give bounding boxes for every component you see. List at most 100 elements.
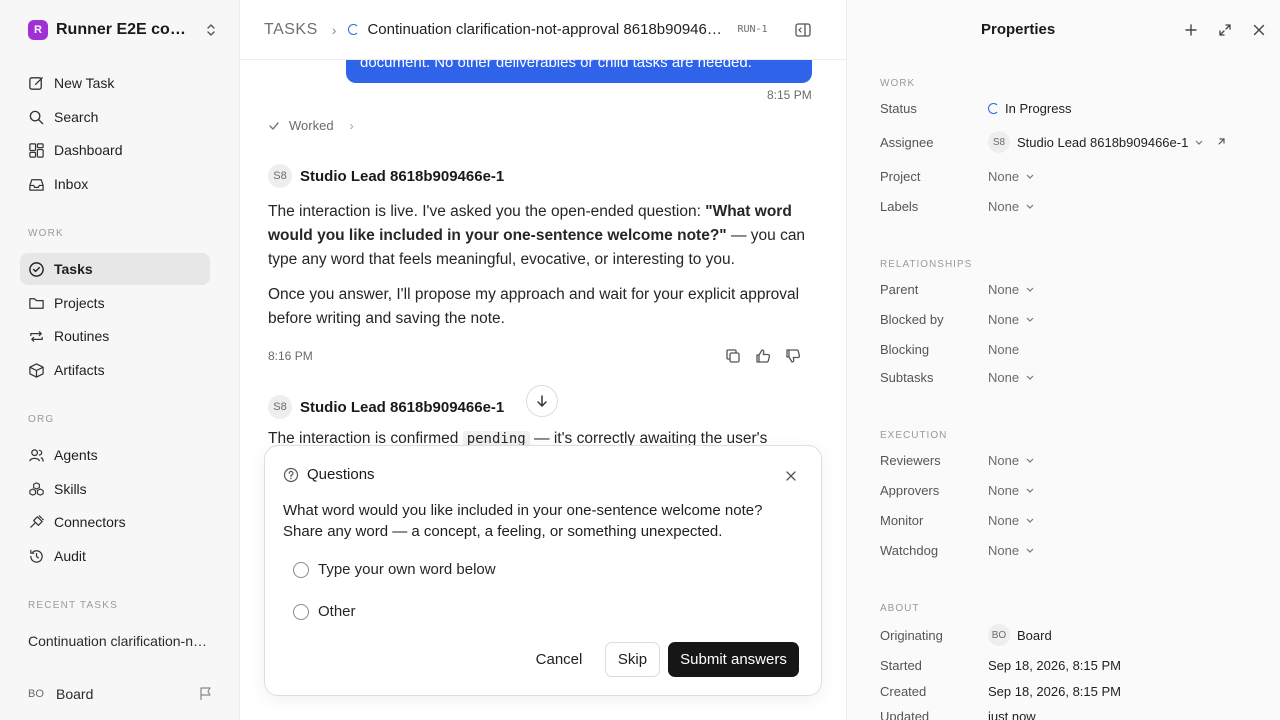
message-paragraph: The interaction is live. I've asked you …: [268, 200, 816, 272]
property-blocking: Blocking None: [880, 339, 1260, 359]
nav-agents[interactable]: Agents: [20, 439, 210, 471]
property-watchdog[interactable]: Watchdog None: [880, 540, 1260, 560]
subtasks-value: None: [988, 369, 1020, 385]
message-actions: [724, 347, 802, 365]
questions-header: Questions: [283, 466, 375, 483]
property-parent[interactable]: Parent None: [880, 279, 1260, 299]
worked-label: Worked: [289, 118, 334, 133]
option-label: Other: [318, 603, 356, 620]
questions-title: Questions: [307, 466, 375, 483]
radio-button[interactable]: [293, 561, 309, 578]
property-blocked-by[interactable]: Blocked by None: [880, 309, 1260, 329]
chevron-down-icon: [1026, 458, 1034, 463]
property-value: S8 Studio Lead 8618b909466e-1: [988, 131, 1226, 153]
footer-user[interactable]: BO Board: [28, 684, 214, 704]
copy-icon[interactable]: [724, 347, 742, 365]
property-project[interactable]: Project None: [880, 166, 1260, 186]
external-link-icon[interactable]: [1216, 137, 1226, 147]
topbar: TASKS › Continuation clarification-not-a…: [240, 0, 846, 60]
recent-task-item[interactable]: Continuation clarification-not-approval: [28, 633, 208, 649]
chevron-down-icon: [1026, 204, 1034, 209]
workspace-switcher[interactable]: R Runner E2E continuation: [28, 18, 218, 42]
property-monitor[interactable]: Monitor None: [880, 510, 1260, 530]
nav-dashboard-label: Dashboard: [54, 142, 123, 158]
property-label: Originating: [880, 627, 943, 643]
section-recent-label: RECENT TASKS: [28, 600, 118, 611]
originating-value: Board: [1017, 627, 1052, 643]
close-icon[interactable]: [785, 470, 797, 482]
nav-dashboard[interactable]: Dashboard: [20, 134, 210, 166]
panel-toggle-icon[interactable]: [794, 21, 812, 39]
blocked-by-value: None: [988, 311, 1020, 327]
radio-button[interactable]: [293, 603, 309, 620]
nav-artifacts-label: Artifacts: [54, 362, 105, 378]
property-reviewers[interactable]: Reviewers None: [880, 450, 1260, 470]
expand-icon[interactable]: [1217, 22, 1233, 38]
chevron-updown-icon: [204, 22, 218, 38]
option-label: Type your own word below: [318, 561, 496, 578]
property-subtasks[interactable]: Subtasks None: [880, 367, 1260, 387]
property-label: Subtasks: [880, 369, 934, 385]
property-value: None: [988, 483, 1035, 498]
breadcrumb-tasks[interactable]: TASKS: [264, 21, 318, 39]
run-badge: RUN-1: [737, 24, 768, 35]
property-label: Labels: [880, 198, 919, 214]
workspace-name: Runner E2E continuation: [56, 21, 190, 38]
message-time: 8:16 PM: [268, 349, 313, 363]
option-other[interactable]: Other: [293, 603, 356, 620]
worked-toggle[interactable]: Worked ›: [268, 118, 354, 133]
properties-panel: Properties WORK Status In Progress Assig…: [846, 0, 1280, 720]
breadcrumb-separator-icon: ›: [331, 21, 337, 38]
nav-audit-label: Audit: [54, 548, 86, 564]
agent-name: Studio Lead 8618b909466e-1: [300, 398, 505, 416]
nav-inbox[interactable]: Inbox: [20, 168, 210, 200]
property-assignee[interactable]: Assignee S8 Studio Lead 8618b909466e-1: [880, 131, 1260, 153]
nav-search[interactable]: Search: [20, 101, 210, 133]
nav-projects[interactable]: Projects: [20, 287, 210, 319]
nav-skills[interactable]: Skills: [20, 473, 210, 505]
agent-name: Studio Lead 8618b909466e-1: [300, 167, 505, 185]
property-created: Created Sep 18, 2026, 8:15 PM: [880, 681, 1260, 701]
property-value: None: [988, 370, 1035, 385]
close-icon[interactable]: [1251, 22, 1267, 38]
option-type-own-word[interactable]: Type your own word below: [293, 561, 496, 578]
flag-icon[interactable]: [198, 686, 214, 702]
nav-routines[interactable]: Routines: [20, 320, 210, 352]
created-value: Sep 18, 2026, 8:15 PM: [988, 683, 1121, 699]
sidebar: R Runner E2E continuation New Task Searc…: [0, 0, 240, 720]
check-icon: [269, 121, 279, 130]
property-status[interactable]: Status In Progress: [880, 98, 1260, 118]
plus-icon[interactable]: [1183, 22, 1199, 38]
cancel-button[interactable]: Cancel: [529, 642, 589, 677]
agent-avatar: S8: [268, 164, 292, 188]
property-label: Assignee: [880, 134, 934, 150]
box-icon: [29, 362, 44, 378]
user-avatar: BO: [28, 688, 44, 700]
skip-button[interactable]: Skip: [605, 642, 660, 677]
nav-tasks-label: Tasks: [54, 261, 93, 277]
nav-connectors[interactable]: Connectors: [20, 506, 210, 538]
scroll-to-bottom-button[interactable]: [526, 385, 558, 417]
property-value: None: [988, 543, 1035, 558]
property-labels[interactable]: Labels None: [880, 196, 1260, 216]
property-started: Started Sep 18, 2026, 8:15 PM: [880, 655, 1260, 675]
nav-audit[interactable]: Audit: [20, 540, 210, 572]
nav-artifacts[interactable]: Artifacts: [20, 354, 210, 386]
message-paragraph: Once you answer, I'll propose my approac…: [268, 286, 800, 327]
property-label: Created: [880, 683, 927, 699]
approvers-value: None: [988, 482, 1020, 498]
nav-projects-label: Projects: [54, 295, 105, 311]
property-value: None: [988, 312, 1035, 327]
submit-answers-button[interactable]: Submit answers: [668, 642, 799, 677]
property-approvers[interactable]: Approvers None: [880, 480, 1260, 500]
in-progress-icon: [988, 102, 999, 114]
nav-tasks[interactable]: Tasks: [20, 253, 210, 285]
properties-title: Properties: [981, 21, 1056, 38]
chevron-down-icon: [1026, 375, 1034, 380]
property-label: Monitor: [880, 512, 924, 528]
thumbs-up-icon[interactable]: [754, 347, 772, 365]
thumbs-down-icon[interactable]: [784, 347, 802, 365]
property-label: Blocking: [880, 341, 930, 357]
nav-new-task[interactable]: New Task: [20, 67, 210, 99]
nav-agents-label: Agents: [54, 447, 98, 463]
